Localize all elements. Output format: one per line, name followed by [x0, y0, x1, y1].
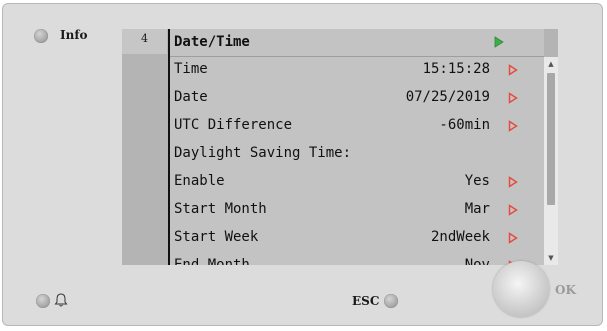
menu-row-value: 2ndWeek — [430, 229, 490, 245]
menu-row-label: Enable — [174, 173, 225, 189]
display-screen: 4 Date/Time Time 15:15:28 Date 07/25/2019 UT… — [122, 29, 558, 265]
scroll-thumb[interactable] — [547, 73, 555, 205]
ok-label: OK — [555, 283, 576, 297]
menu-row-value: Yes — [464, 173, 490, 189]
menu-content: Date/Time Time 15:15:28 Date 07/25/2019 UTC … — [170, 29, 544, 265]
menu-row-label: Start Month — [174, 201, 267, 217]
menu-title-row[interactable]: Date/Time — [170, 30, 544, 57]
menu-row[interactable]: End Month Nov — [170, 253, 544, 265]
menu-row-value: Mar — [464, 201, 490, 217]
menu-title: Date/Time — [174, 34, 250, 50]
menu-row-label: UTC Difference — [174, 117, 293, 133]
title-arrow-icon — [494, 36, 504, 48]
menu-row-value: 15:15:28 — [422, 61, 490, 77]
menu-row: Daylight Saving Time: — [170, 141, 544, 169]
menu-row-value: -60min — [439, 117, 490, 133]
menu-row-value: 07/25/2019 — [405, 89, 490, 105]
menu-row-label: Date — [174, 89, 208, 105]
scroll-up-icon[interactable]: ▲ — [544, 57, 558, 71]
menu-row[interactable]: Date 07/25/2019 — [170, 85, 544, 113]
esc-button[interactable] — [384, 294, 398, 308]
line-number-column: 4 — [122, 29, 167, 265]
esc-label: ESC — [352, 294, 380, 308]
menu-row[interactable]: Start Week 2ndWeek — [170, 225, 544, 253]
menu-scrollbar[interactable]: ▲ ▼ — [544, 57, 558, 265]
menu-row-label: Daylight Saving Time: — [174, 145, 352, 161]
edit-arrow-icon[interactable] — [508, 120, 518, 132]
alarm-led[interactable] — [36, 294, 50, 308]
scroll-down-icon[interactable]: ▼ — [544, 251, 558, 265]
edit-arrow-icon[interactable] — [508, 176, 518, 188]
edit-arrow-icon[interactable] — [508, 204, 518, 216]
menu-row[interactable]: UTC Difference -60min — [170, 113, 544, 141]
menu-row-label: Time — [174, 61, 208, 77]
menu-row[interactable]: Time 15:15:28 — [170, 57, 544, 85]
menu-row-label: End Month — [174, 257, 250, 265]
menu-row-value: Nov — [464, 257, 490, 265]
edit-arrow-icon[interactable] — [508, 92, 518, 104]
controller-panel: Info 4 Date/Time Time 15:15:28 Date 07/25/2… — [2, 3, 603, 326]
menu-row-label: Start Week — [174, 229, 259, 245]
info-led[interactable] — [34, 29, 48, 43]
line-number: 4 — [122, 29, 167, 54]
edit-arrow-icon[interactable] — [508, 64, 518, 76]
ok-knob[interactable] — [493, 261, 549, 317]
menu-row[interactable]: Start Month Mar — [170, 197, 544, 225]
menu-row[interactable]: Enable Yes — [170, 169, 544, 197]
edit-arrow-icon[interactable] — [508, 232, 518, 244]
bell-icon[interactable] — [53, 292, 69, 308]
info-label: Info — [60, 28, 88, 42]
